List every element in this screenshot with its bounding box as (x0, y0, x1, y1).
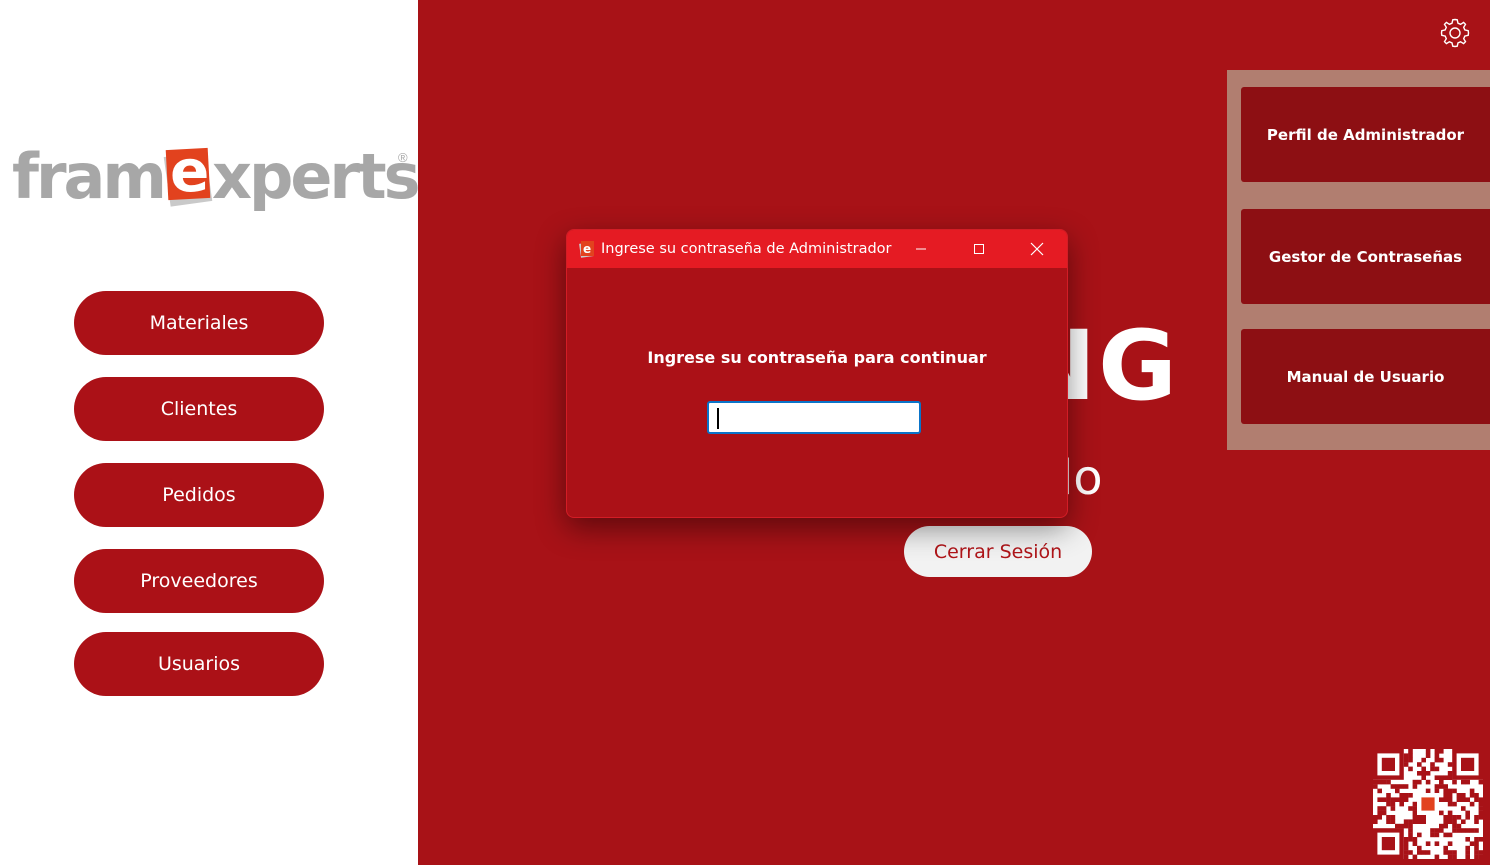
nav-usuarios-button[interactable]: Usuarios (74, 632, 324, 696)
app-icon: e (579, 240, 595, 258)
maximize-button[interactable] (955, 230, 1003, 268)
close-button[interactable] (1013, 230, 1061, 268)
logo-prefix: fram (12, 140, 167, 213)
nav-materiales-button[interactable]: Materiales (74, 291, 324, 355)
password-input[interactable] (707, 401, 921, 434)
password-manager-button[interactable]: Gestor de Contraseñas (1241, 209, 1490, 304)
admin-menu-panel: Perfil de Administrador Gestor de Contra… (1227, 70, 1490, 450)
dialog-prompt: Ingrese su contraseña para continuar (647, 348, 987, 367)
svg-text:e: e (583, 242, 591, 256)
text-caret (717, 408, 719, 429)
minimize-button[interactable] (897, 230, 945, 268)
gear-icon[interactable] (1438, 16, 1472, 50)
nav-pedidos-button[interactable]: Pedidos (74, 463, 324, 527)
logo-e-mark: e (163, 137, 213, 207)
dialog-title: Ingrese su contraseña de Administrador (601, 241, 892, 257)
dialog-titlebar[interactable]: e Ingrese su contraseña de Administrador (567, 230, 1067, 268)
minimize-icon (916, 248, 926, 250)
registered-mark: ® (398, 150, 408, 165)
logout-button[interactable]: Cerrar Sesión (904, 526, 1092, 577)
user-manual-button[interactable]: Manual de Usuario (1241, 329, 1490, 424)
close-icon (1030, 242, 1044, 256)
admin-profile-button[interactable]: Perfil de Administrador (1241, 87, 1490, 182)
maximize-icon (974, 244, 984, 254)
framexperts-logo: fram e xperts ® (12, 137, 421, 216)
logo-wordmark: fram e xperts (12, 137, 421, 216)
nav-clientes-button[interactable]: Clientes (74, 377, 324, 441)
qr-code (1373, 749, 1484, 860)
logo-e-letter: e (170, 137, 210, 205)
logo-suffix: xperts (212, 140, 421, 213)
nav-proveedores-button[interactable]: Proveedores (74, 549, 324, 613)
sidebar: fram e xperts ® Materiales Clientes Pedido… (0, 0, 421, 865)
admin-password-dialog: e Ingrese su contraseña de Administrador… (566, 229, 1068, 518)
